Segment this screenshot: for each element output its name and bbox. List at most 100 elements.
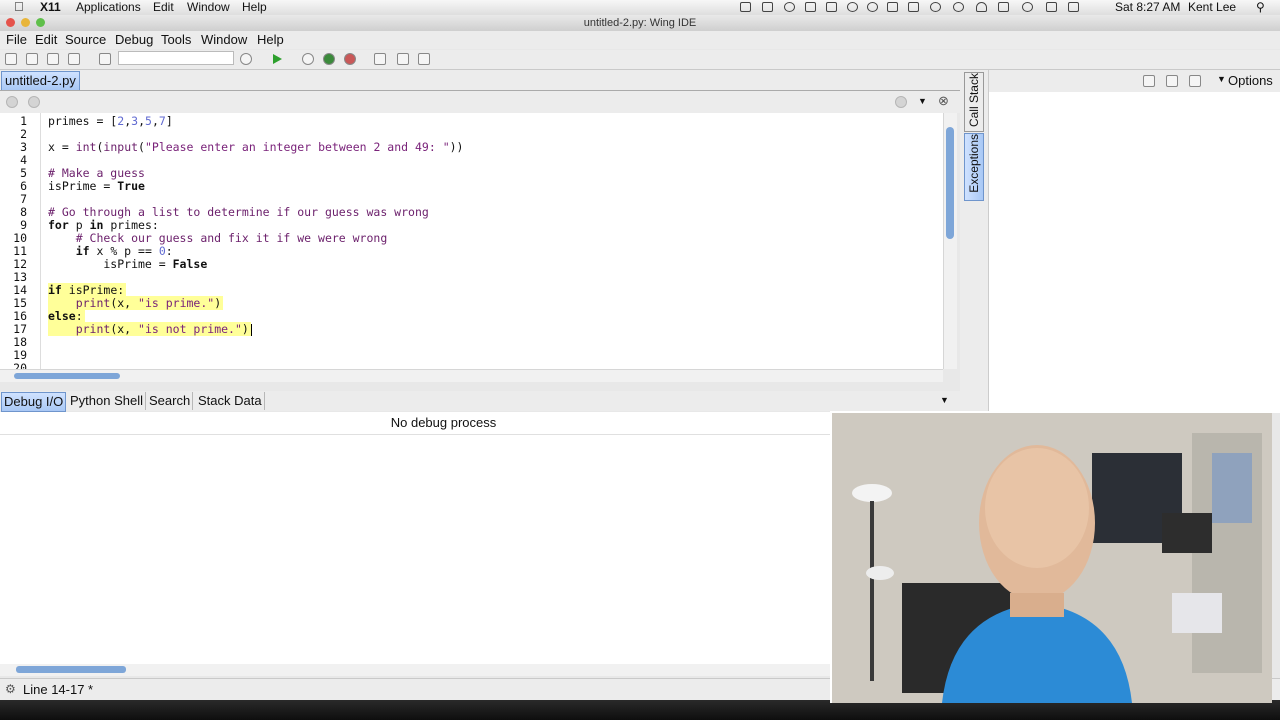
- apple-icon[interactable]: : [14, 0, 24, 14]
- forward-icon[interactable]: [28, 96, 40, 108]
- tray-sync-icon[interactable]: [784, 2, 795, 12]
- menubar-app-name[interactable]: X11: [40, 0, 61, 15]
- run-icon[interactable]: [273, 54, 282, 64]
- menubar-edit[interactable]: Edit: [153, 0, 174, 15]
- tool-panel: Call Stack Exceptions ▼ Options: [960, 70, 1280, 413]
- chevron-down-icon[interactable]: ▼: [918, 96, 927, 106]
- options-menu[interactable]: Options: [1228, 73, 1273, 88]
- panel-button-icon[interactable]: [1166, 75, 1178, 87]
- menu-help[interactable]: Help: [257, 32, 284, 47]
- menu-window[interactable]: Window: [201, 32, 247, 47]
- menubar-clock[interactable]: Sat 8:27 AM: [1115, 0, 1180, 15]
- mac-menubar:  X11 Applications Edit Window Help Sat …: [0, 0, 1280, 16]
- text-cursor: [250, 323, 252, 336]
- editor-tab[interactable]: untitled-2.py: [1, 71, 80, 90]
- horizontal-scroll-thumb[interactable]: [16, 666, 126, 673]
- code-editor[interactable]: 1 2 3 4 5 6 7 8 9 10 11 12 13 14 15 16 1…: [0, 113, 943, 369]
- panel-button-icon[interactable]: [1143, 75, 1155, 87]
- bottom-tab-strip: Debug I/O Python Shell Search Stack Data…: [0, 391, 960, 412]
- menu-file[interactable]: File: [6, 32, 27, 47]
- editor-vertical-scrollbar[interactable]: [943, 113, 957, 369]
- menubar-user[interactable]: Kent Lee: [1188, 0, 1236, 15]
- bottom-horizontal-scrollbar[interactable]: [0, 664, 830, 676]
- display-icon[interactable]: [1046, 2, 1057, 12]
- webcam-video-overlay: [830, 411, 1272, 703]
- tray-camera-icon[interactable]: [740, 2, 751, 12]
- app-menubar: File Edit Source Debug Tools Window Help: [0, 31, 1280, 49]
- zoom-window-icon[interactable]: [36, 18, 45, 27]
- lock-icon[interactable]: [908, 2, 919, 12]
- tab-python-shell[interactable]: Python Shell: [68, 392, 146, 410]
- tray-sheet-icon[interactable]: [887, 2, 898, 12]
- step-over-icon[interactable]: [397, 53, 409, 65]
- menu-source[interactable]: Source: [65, 32, 106, 47]
- panel-button-icon[interactable]: [1189, 75, 1201, 87]
- search-icon[interactable]: [240, 53, 252, 65]
- menubar-window[interactable]: Window: [187, 0, 230, 15]
- window-title: untitled-2.py: Wing IDE: [583, 17, 697, 29]
- code-line: isPrime = False: [48, 257, 208, 271]
- tray-app-icon[interactable]: [762, 2, 773, 12]
- toolbar-search-input[interactable]: [118, 51, 234, 65]
- print-icon[interactable]: [99, 53, 111, 65]
- main-toolbar: [0, 50, 1280, 70]
- volume-icon[interactable]: [998, 2, 1009, 12]
- save-all-icon[interactable]: [68, 53, 80, 65]
- menubar-help[interactable]: Help: [242, 0, 267, 15]
- breakpoint-icon[interactable]: [344, 53, 356, 65]
- horizontal-scroll-thumb[interactable]: [14, 373, 120, 379]
- menu-tools[interactable]: Tools: [161, 32, 191, 47]
- tab-call-stack[interactable]: Call Stack: [964, 72, 984, 132]
- tab-stack-data[interactable]: Stack Data: [196, 392, 265, 410]
- tray-record-icon[interactable]: [867, 2, 878, 12]
- wifi-icon[interactable]: [976, 2, 987, 12]
- step-into-icon[interactable]: [374, 53, 386, 65]
- chevron-down-icon[interactable]: ▼: [1217, 74, 1226, 84]
- tab-exceptions-label: Exceptions: [967, 134, 981, 193]
- close-window-icon[interactable]: [6, 18, 15, 27]
- new-file-icon[interactable]: [5, 53, 17, 65]
- step-out-icon[interactable]: [418, 53, 430, 65]
- code-line: x = int(input("Please enter an integer b…: [48, 140, 464, 154]
- menubar-applications[interactable]: Applications: [76, 0, 141, 15]
- tab-exceptions[interactable]: Exceptions: [964, 133, 984, 201]
- tool-vertical-tabs: Call Stack Exceptions: [964, 70, 986, 410]
- editor-options-icon[interactable]: [895, 96, 907, 108]
- stop-icon[interactable]: [302, 53, 314, 65]
- status-text: Line 14-17 *: [23, 682, 94, 697]
- menu-debug[interactable]: Debug: [115, 32, 153, 47]
- tray-chat-icon[interactable]: [826, 2, 837, 12]
- back-icon[interactable]: [6, 96, 18, 108]
- status-gear-icon[interactable]: ⚙: [5, 682, 16, 696]
- editor-horizontal-scrollbar[interactable]: [0, 369, 943, 382]
- time-machine-icon[interactable]: [953, 2, 964, 12]
- editor-nav-bar: ▼ ⊗: [0, 91, 960, 113]
- refresh-icon[interactable]: [930, 2, 941, 12]
- minimize-window-icon[interactable]: [21, 18, 30, 27]
- vertical-scroll-thumb[interactable]: [946, 127, 954, 239]
- tab-call-stack-label: Call Stack: [967, 73, 981, 128]
- tool-panel-options-bar: ▼ Options: [989, 70, 1280, 92]
- editor-tab-strip: untitled-2.py: [0, 70, 960, 91]
- tray-close-icon[interactable]: [805, 2, 816, 12]
- debug-io-panel[interactable]: No debug process: [0, 412, 960, 664]
- code-line: print(x, "is not prime."): [48, 322, 252, 336]
- code-line: isPrime = True: [48, 179, 145, 193]
- chevron-down-icon[interactable]: ▼: [940, 395, 949, 405]
- close-editor-icon[interactable]: ⊗: [938, 93, 949, 109]
- bluetooth-icon[interactable]: [1022, 2, 1033, 12]
- tab-debug-io[interactable]: Debug I/O: [1, 392, 67, 412]
- line-number: 20: [13, 361, 27, 370]
- menu-edit[interactable]: Edit: [35, 32, 57, 47]
- debug-status-message: No debug process: [390, 415, 497, 430]
- spotlight-icon[interactable]: ⚲: [1256, 0, 1265, 15]
- webcam-image: [832, 413, 1272, 703]
- tray-person-icon[interactable]: [847, 2, 858, 12]
- open-file-icon[interactable]: [26, 53, 38, 65]
- tab-search[interactable]: Search: [147, 392, 194, 410]
- dock: [0, 700, 1280, 720]
- code-line: primes = [2,3,5,7]: [48, 114, 173, 128]
- save-icon[interactable]: [47, 53, 59, 65]
- debug-bug-icon[interactable]: [323, 53, 335, 65]
- keyboard-icon[interactable]: [1068, 2, 1079, 12]
